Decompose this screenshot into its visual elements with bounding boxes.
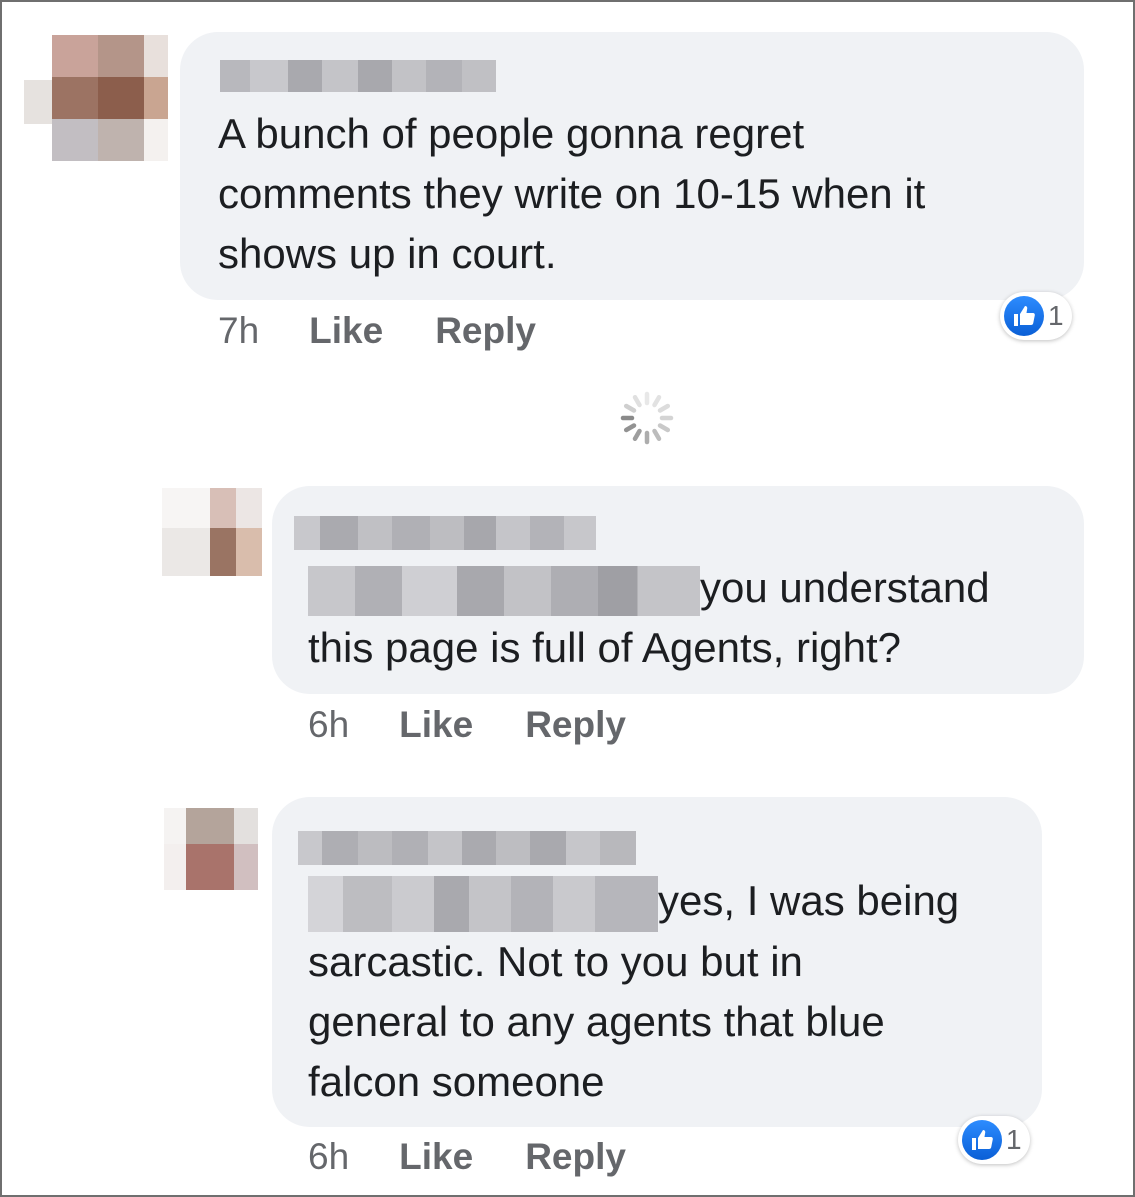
- comment-text: yes, I was being sarcastic. Not to you b…: [308, 875, 960, 1105]
- reaction-count-badge[interactable]: 1: [958, 1116, 1030, 1164]
- author-name-redacted[interactable]: [220, 60, 496, 92]
- like-thumbs-up-icon: [962, 1120, 1002, 1160]
- author-name-redacted[interactable]: [298, 831, 636, 865]
- timestamp[interactable]: 6h: [308, 1136, 349, 1178]
- avatar[interactable]: [52, 35, 168, 161]
- mention-redacted[interactable]: [308, 565, 700, 616]
- like-button[interactable]: Like: [399, 704, 473, 746]
- comment-bubble: you understand this page is full of Agen…: [272, 486, 1084, 694]
- comment-bubble: A bunch of people gonna regret comments …: [180, 32, 1084, 300]
- timestamp[interactable]: 7h: [218, 310, 259, 352]
- reply-button[interactable]: Reply: [525, 1136, 626, 1178]
- comment-actions: 7h Like Reply: [218, 310, 536, 352]
- reply-button[interactable]: Reply: [525, 704, 626, 746]
- reply-button[interactable]: Reply: [435, 310, 536, 352]
- avatar[interactable]: [164, 808, 258, 890]
- reaction-count: 1: [1048, 300, 1064, 331]
- mention-redacted[interactable]: [308, 875, 658, 932]
- comment-thread: A bunch of people gonna regret comments …: [0, 0, 1135, 1197]
- like-button[interactable]: Like: [399, 1136, 473, 1178]
- avatar-edge: [24, 80, 52, 124]
- comment-text: A bunch of people gonna regret comments …: [218, 110, 926, 277]
- comment-actions: 6h Like Reply: [308, 704, 626, 746]
- reaction-count: 1: [1006, 1124, 1022, 1155]
- author-name-redacted[interactable]: [294, 516, 596, 550]
- timestamp[interactable]: 6h: [308, 704, 349, 746]
- loading-spinner-icon: [620, 391, 674, 445]
- comment-text: you understand this page is full of Agen…: [308, 564, 990, 671]
- comment-bubble: yes, I was being sarcastic. Not to you b…: [272, 797, 1042, 1127]
- like-thumbs-up-icon: [1004, 296, 1044, 336]
- comment-actions: 6h Like Reply: [308, 1136, 626, 1178]
- reaction-count-badge[interactable]: 1: [1000, 292, 1072, 340]
- like-button[interactable]: Like: [309, 310, 383, 352]
- avatar[interactable]: [162, 488, 262, 576]
